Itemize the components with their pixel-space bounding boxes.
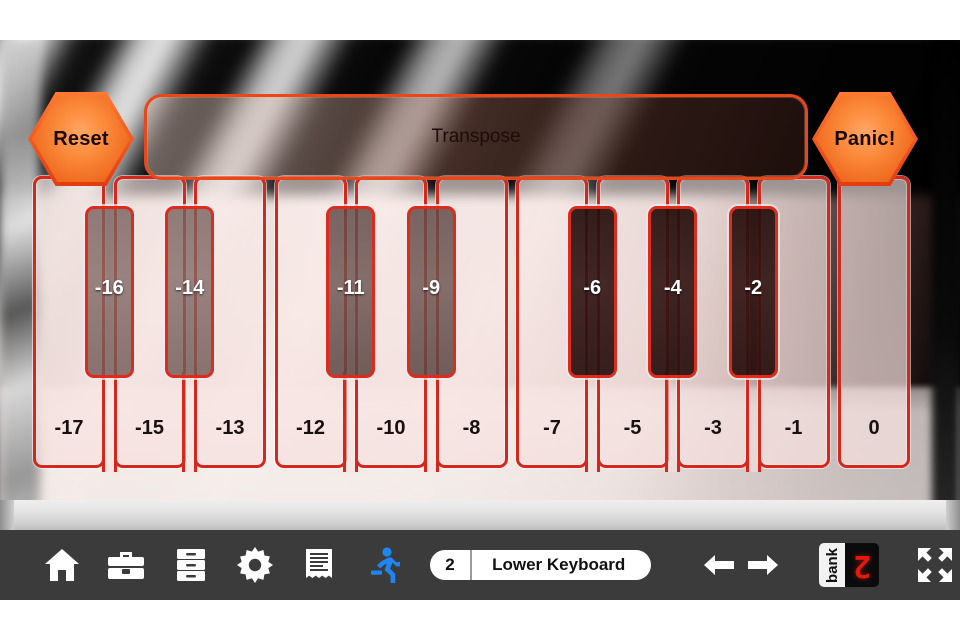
shelf-right-cap — [946, 500, 960, 530]
transpose-label: Transpose — [431, 126, 521, 147]
white-key-label: -15 — [135, 417, 164, 439]
white-key-label: -10 — [376, 417, 406, 439]
gear-icon[interactable] — [223, 530, 287, 600]
runner-icon[interactable] — [352, 530, 416, 600]
white-key-label: -12 — [296, 417, 325, 439]
prev-patch-button[interactable] — [697, 543, 741, 587]
black-key-label: -6 — [583, 277, 602, 299]
bank-label: bank — [823, 547, 841, 583]
white-key-label: -1 — [784, 417, 803, 439]
white-key-label: -3 — [704, 417, 722, 439]
bank-label-box: bank — [819, 543, 846, 587]
bank-indicator[interactable]: bank 2 — [819, 543, 880, 587]
fullscreen-icon[interactable] — [909, 539, 960, 591]
black-key-label: -2 — [744, 277, 763, 299]
reset-button-label: Reset — [32, 96, 130, 182]
white-key-label: -17 — [54, 417, 84, 439]
black-key-stem — [101, 372, 117, 472]
patch-nav — [697, 543, 785, 587]
panic-button[interactable]: Panic! — [812, 92, 918, 186]
black-key-label: -16 — [94, 277, 124, 299]
black-key[interactable]: -4 — [648, 206, 698, 378]
black-key-label: -9 — [422, 277, 441, 299]
bank-number: 2 — [853, 548, 872, 583]
black-key[interactable]: -9 — [406, 206, 456, 378]
black-key-label: -11 — [336, 277, 365, 299]
white-key-label: 0 — [868, 417, 880, 439]
black-key[interactable]: -6 — [567, 206, 617, 378]
document-icon[interactable] — [287, 530, 351, 600]
black-key-label: -4 — [663, 277, 682, 299]
white-key-label: -7 — [543, 417, 561, 439]
patch-selector[interactable]: 2 Lower Keyboard — [429, 550, 652, 580]
bottom-margin — [0, 600, 960, 640]
transpose-keyboard: -17 -15 -13 -12 -10 -8 -7 -5 -3 -1 0 -16 -14 -11 -9 -6-… — [0, 176, 960, 510]
shelf-left-cap — [0, 500, 14, 530]
black-key[interactable]: -16 — [84, 206, 134, 378]
transpose-bar[interactable]: Transpose — [144, 94, 808, 180]
next-patch-button[interactable] — [741, 543, 785, 587]
black-key-stem — [343, 372, 359, 472]
white-key-label: -13 — [215, 417, 245, 439]
bank-number-box: 2 — [845, 543, 880, 587]
white-key-label: -8 — [462, 417, 481, 439]
black-key-stem — [745, 372, 761, 472]
black-key-stem — [584, 372, 600, 472]
black-key[interactable]: -14 — [165, 206, 215, 378]
app-root: Reset Transpose Panic! -17 -15 -13 -12 -10 -8… — [0, 0, 960, 640]
panic-button-label: Panic! — [816, 96, 914, 182]
black-key[interactable]: -11 — [326, 206, 376, 378]
keyboard-shelf — [0, 500, 960, 530]
white-key[interactable]: 0 — [838, 176, 910, 468]
black-key-stem — [182, 372, 198, 472]
black-key-label: -14 — [175, 277, 205, 299]
black-key-stem — [423, 372, 439, 472]
controls-row: Reset Transpose Panic! — [0, 92, 960, 186]
toolbox-icon[interactable] — [94, 530, 158, 600]
black-key[interactable]: -2 — [728, 206, 778, 378]
white-key-label: -5 — [623, 417, 642, 439]
drawers-icon[interactable] — [159, 530, 223, 600]
top-margin — [0, 0, 960, 40]
patch-name: Lower Keyboard — [492, 555, 626, 574]
patch-number: 2 — [430, 550, 473, 580]
bottom-toolbar: 2 Lower Keyboard bank 2 — [0, 530, 960, 600]
home-icon[interactable] — [30, 530, 94, 600]
black-key-stem — [665, 372, 681, 472]
reset-button[interactable]: Reset — [28, 92, 134, 186]
